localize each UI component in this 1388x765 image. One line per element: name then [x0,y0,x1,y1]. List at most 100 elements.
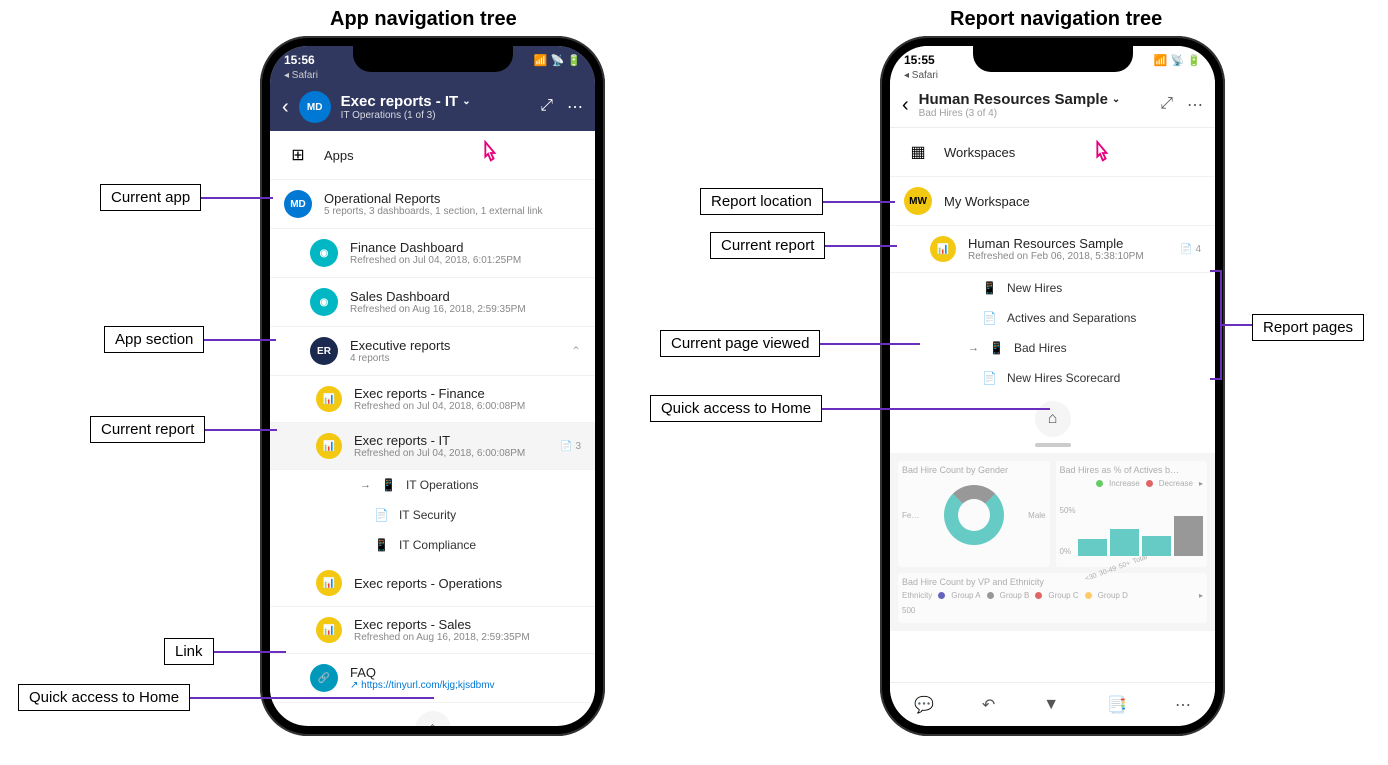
header-title[interactable]: Exec reports - IT ⌄ [341,93,531,110]
page-label: New Hires [1007,281,1062,295]
my-workspace-row[interactable]: MW My Workspace [890,177,1215,226]
expand-icon[interactable]: ⤢ [1160,95,1173,115]
bookmark-icon[interactable]: 📑 [1107,695,1127,715]
page-label: Bad Hires [1014,341,1067,355]
row-title: Executive reports [350,338,559,353]
back-icon[interactable]: ‹ [282,96,289,119]
dashboard-icon: ◉ [310,288,338,316]
exec-ops-row[interactable]: 📊 Exec reports - Operations [270,560,595,607]
status-time: 15:55 [904,53,935,67]
row-sub: Refreshed on Jul 04, 2018, 6:00:08PM [354,448,548,459]
row-sub: Refreshed on Feb 06, 2018, 5:38:10PM [968,251,1168,262]
arrow-icon: → [968,342,979,354]
more-icon[interactable]: ⋯ [1187,95,1203,115]
page-label: IT Security [399,508,456,522]
filter-icon[interactable]: ▼ [1043,696,1059,714]
page-it-compliance[interactable]: 📱 IT Compliance [270,530,595,560]
row-sub: Refreshed on Jul 04, 2018, 6:00:08PM [354,401,581,412]
operational-reports-row[interactable]: MD Operational Reports 5 reports, 3 dash… [270,180,595,229]
drag-handle[interactable] [1035,443,1071,447]
dashboard-icon: ◉ [310,239,338,267]
home-button[interactable]: ⌂ [415,711,451,726]
exec-it-row[interactable]: 📊 Exec reports - IT Refreshed on Jul 04,… [270,423,595,470]
header-sub: IT Operations (1 of 3) [341,110,531,121]
exec-finance-row[interactable]: 📊 Exec reports - Finance Refreshed on Ju… [270,376,595,423]
more-icon[interactable]: ⋯ [567,97,583,117]
page-mobile-icon: 📱 [374,538,389,552]
finance-dashboard-row[interactable]: ◉ Finance Dashboard Refreshed on Jul 04,… [270,229,595,278]
page-scorecard[interactable]: 📄 New Hires Scorecard [890,363,1215,393]
page-label: Actives and Separations [1007,311,1136,325]
report-icon: 📊 [316,617,342,643]
chevron-up-icon: ⌃ [571,344,581,358]
row-sub: 5 reports, 3 dashboards, 1 section, 1 ex… [324,206,581,217]
callout-report-pages: Report pages [1252,314,1364,341]
row-title: Exec reports - Finance [354,386,581,401]
avatar: MD [284,190,312,218]
expand-icon[interactable]: ⤢ [540,97,553,117]
sales-dashboard-row[interactable]: ◉ Sales Dashboard Refreshed on Aug 16, 2… [270,278,595,327]
row-sub: Refreshed on Aug 16, 2018, 2:59:35PM [350,304,581,315]
page-mobile-icon: 📱 [982,281,997,295]
row-sub: Refreshed on Aug 16, 2018, 2:59:35PM [354,632,581,643]
report-icon: 📊 [316,433,342,459]
executive-reports-row[interactable]: ER Executive reports 4 reports ⌃ [270,327,595,376]
report-icon: 📊 [316,570,342,596]
callout-home: Quick access to Home [18,684,434,711]
page-label: New Hires Scorecard [1007,371,1120,385]
row-sub: 4 reports [350,353,559,364]
avatar: ER [310,337,338,365]
notch [973,46,1133,72]
row-title: Operational Reports [324,191,581,206]
page-bad-hires[interactable]: → 📱 Bad Hires [890,333,1215,363]
page-count: 📄 4 [1180,244,1201,255]
exec-sales-row[interactable]: 📊 Exec reports - Sales Refreshed on Aug … [270,607,595,654]
report-icon: 📊 [316,386,342,412]
row-title: FAQ [350,665,581,680]
chart-title: Bad Hire Count by Gender [902,465,1046,475]
workspaces-row[interactable]: ▦ Workspaces [890,128,1215,177]
title-report-nav: Report navigation tree [950,8,1162,31]
status-icons: 📶 📡 🔋 [1154,54,1201,67]
avatar: MW [904,187,932,215]
page-it-security[interactable]: 📄 IT Security [270,500,595,530]
chart-title: Bad Hire Count by VP and Ethnicity [902,577,1203,587]
callout-report-location: Report location [700,188,895,215]
callout-current-app: Current app [100,184,273,211]
callout-current-page: Current page viewed [660,330,920,357]
back-icon[interactable]: ‹ [902,94,909,117]
bracket-line [1222,324,1252,326]
page-icon: 📄 [374,508,389,522]
comment-icon[interactable]: 💬 [914,695,934,715]
header-sub: Bad Hires (3 of 4) [919,108,1151,119]
status-time: 15:56 [284,53,315,67]
page-actives[interactable]: 📄 Actives and Separations [890,303,1215,333]
phone-left: 15:56 📶 📡 🔋 ◂ Safari ‹ MD Exec reports -… [260,36,605,736]
page-label: IT Compliance [399,538,476,552]
more-icon[interactable]: ⋯ [1175,695,1191,715]
bar-chart [1078,506,1203,556]
row-title: Exec reports - Operations [354,576,581,591]
page-it-operations[interactable]: → 📱 IT Operations [270,470,595,500]
row-title: My Workspace [944,194,1201,209]
undo-icon[interactable]: ↶ [982,695,995,715]
page-icon: 📄 [982,311,997,325]
bottom-nav: 💬 ↶ ▼ 📑 ⋯ [890,682,1215,726]
callout-current-report: Current report [90,416,277,443]
chart-title: Bad Hires as % of Actives b… [1060,465,1204,475]
header-title[interactable]: Human Resources Sample ⌄ [919,91,1151,108]
app-header: ‹ Human Resources Sample ⌄ Bad Hires (3 … [890,83,1215,128]
hr-sample-row[interactable]: 📊 Human Resources Sample Refreshed on Fe… [890,226,1215,273]
apps-row[interactable]: ⊞ Apps [270,131,595,180]
arrow-icon: → [360,479,371,491]
bracket [1210,270,1222,380]
header-avatar: MD [299,91,331,123]
callout-app-section: App section [104,326,276,353]
row-title: Workspaces [944,145,1201,160]
page-new-hires[interactable]: 📱 New Hires [890,273,1215,303]
status-icons: 📶 📡 🔋 [534,54,581,67]
row-sub: Refreshed on Jul 04, 2018, 6:01:25PM [350,255,581,266]
row-title: Finance Dashboard [350,240,581,255]
callout-home: Quick access to Home [650,395,1050,422]
row-title: Sales Dashboard [350,289,581,304]
